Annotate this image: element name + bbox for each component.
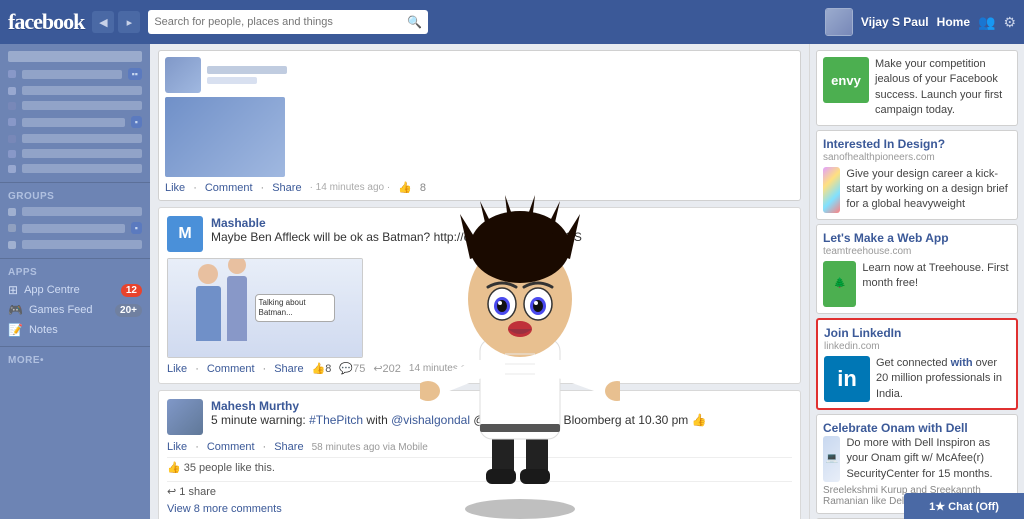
post2-likes: 👍 35 people like this. [167, 457, 792, 477]
games-feed-badge: 20+ [115, 304, 142, 317]
sidebar-item-4[interactable]: ▪ [0, 113, 150, 131]
ad-dell-title: Celebrate Onam with Dell [823, 421, 1011, 435]
post2-like[interactable]: Like [167, 441, 187, 453]
mahesh-content: 5 minute warning: #ThePitch with @vishal… [211, 413, 792, 427]
sidebar-group-2[interactable]: ▪ [0, 219, 150, 237]
sidebar-item-2[interactable] [0, 83, 150, 98]
ad-design-domain: sanofhealthpioneers.com [823, 152, 1011, 163]
groups-section: GROUPS ▪ [0, 187, 150, 252]
chat-label: 1★ Chat (Off) [929, 500, 999, 513]
post2-comment[interactable]: Comment [207, 441, 255, 453]
feed-scroll-area[interactable]: Like · Comment · Share · 14 minutes ago … [150, 44, 809, 519]
sidebar-item-5[interactable] [0, 131, 150, 146]
avatar[interactable] [825, 8, 853, 36]
action-like[interactable]: Like [165, 182, 185, 194]
friends-section: ▪▪ ▪ [0, 51, 150, 176]
app-centre-badge: 12 [121, 284, 142, 297]
user-name[interactable]: Vijay S Paul [861, 15, 929, 29]
search-input[interactable] [154, 16, 407, 28]
games-feed-label: Games Feed [29, 304, 109, 316]
facebook-logo: facebook [8, 9, 84, 35]
ad-envy[interactable]: envy Make your competition jealous of yo… [816, 50, 1018, 126]
mashable-content: Maybe Ben Affleck will be ok as Batman? … [211, 230, 582, 244]
post2-share[interactable]: Share [274, 441, 303, 453]
post-image-panel: Talking about Batman... [167, 258, 363, 358]
groups-header: GROUPS [0, 187, 150, 204]
ad-design[interactable]: Interested In Design? sanofhealthpioneer… [816, 130, 1018, 220]
app-centre-label: App Centre [24, 284, 115, 296]
nav-icons-left: ◀ ▸ [92, 11, 140, 33]
post1-actions: Like · Comment · Share 👍8 💬75 ↩202 14 mi… [167, 362, 792, 375]
ad-envy-text: Make your competition jealous of your Fa… [875, 57, 1011, 119]
action-share[interactable]: Share [272, 182, 301, 194]
nav-right: Vijay S Paul Home 👥 ⚙ [825, 8, 1016, 36]
ad-treehouse-title: Let's Make a Web App [823, 231, 1011, 245]
ad-dell-text: Do more with Dell Inspiron as your Onam … [846, 436, 1011, 482]
mashable-post: M Mashable Maybe Ben Affleck will be ok … [158, 207, 801, 384]
sidebar-item-6[interactable] [0, 146, 150, 161]
chat-bar[interactable]: 1★ Chat (Off) [904, 493, 1024, 519]
top-blurred-post: Like · Comment · Share · 14 minutes ago … [158, 50, 801, 201]
apps-header: APPS [0, 263, 150, 280]
left-sidebar: ▪▪ ▪ [0, 44, 150, 519]
ad-treehouse-image: 🌲 [823, 261, 856, 307]
search-bar: 🔍 [148, 10, 428, 34]
post1-share[interactable]: Share [274, 363, 303, 375]
search-icon[interactable]: 🔍 [407, 15, 422, 29]
games-feed-icon: 🎮 [8, 303, 23, 317]
notes-item[interactable]: 📝 Notes [0, 320, 150, 340]
post1-like[interactable]: Like [167, 363, 187, 375]
ad-linkedin[interactable]: Join LinkedIn linkedin.com in Get connec… [816, 318, 1018, 410]
activity-icon-btn[interactable]: ▸ [118, 11, 140, 33]
ad-treehouse-domain: teamtreehouse.com [823, 246, 1011, 257]
post2-shares: ↩ 1 share [167, 481, 792, 501]
mahesh-avatar [167, 399, 203, 435]
more-header[interactable]: MORE• [0, 351, 150, 368]
app-centre-item[interactable]: ⊞ App Centre 12 [0, 280, 150, 300]
mahesh-name[interactable]: Mahesh Murthy [211, 399, 792, 413]
post1-comment[interactable]: Comment [207, 363, 255, 375]
ad-design-text: Give your design career a kick-start by … [846, 167, 1011, 213]
post2-actions: Like · Comment · Share 58 minutes ago vi… [167, 441, 792, 453]
mashable-name[interactable]: Mashable [211, 216, 582, 230]
sidebar-item-7[interactable] [0, 161, 150, 176]
games-feed-item[interactable]: 🎮 Games Feed 20+ [0, 300, 150, 320]
ad-linkedin-domain: linkedin.com [824, 341, 1010, 352]
sidebar-group-1[interactable] [0, 204, 150, 219]
ad-dell-image: 💻 [823, 436, 840, 482]
ad-linkedin-text: Get connected with over 20 million profe… [876, 356, 1010, 402]
mahesh-post: Mahesh Murthy 5 minute warning: #ThePitc… [158, 390, 801, 519]
settings-icon[interactable]: ⚙ [1003, 14, 1016, 31]
action-comment[interactable]: Comment [205, 182, 253, 194]
view-more-comments[interactable]: View 8 more comments [167, 501, 792, 517]
top-navigation: facebook ◀ ▸ 🔍 Vijay S Paul Home 👥 ⚙ [0, 0, 1024, 44]
friends-icon[interactable]: 👥 [978, 14, 995, 31]
ad-design-title: Interested In Design? [823, 137, 1011, 151]
home-link[interactable]: Home [937, 15, 970, 29]
sidebar-item-1[interactable]: ▪▪ [0, 65, 150, 83]
ad-linkedin-image: in [824, 356, 870, 402]
notes-icon: 📝 [8, 323, 23, 337]
center-feed: Like · Comment · Share · 14 minutes ago … [150, 44, 809, 519]
ad-design-image [823, 167, 840, 213]
mashable-avatar: M [167, 216, 203, 252]
ad-treehouse-text: Learn now at Treehouse. First month free… [862, 261, 1011, 292]
right-sidebar: envy Make your competition jealous of yo… [809, 44, 1024, 519]
ad-envy-image: envy [823, 57, 869, 103]
notes-label: Notes [29, 324, 142, 336]
ad-treehouse[interactable]: Let's Make a Web App teamtreehouse.com 🌲… [816, 224, 1018, 314]
ad-linkedin-title: Join LinkedIn [824, 326, 1010, 340]
apps-section: APPS ⊞ App Centre 12 🎮 Games Feed 20+ 📝 … [0, 263, 150, 340]
main-layout: ▪▪ ▪ [0, 44, 1024, 519]
profile-icon-btn[interactable]: ◀ [92, 11, 114, 33]
app-centre-icon: ⊞ [8, 283, 18, 297]
sidebar-item-3[interactable] [0, 98, 150, 113]
sidebar-group-3[interactable] [0, 237, 150, 252]
